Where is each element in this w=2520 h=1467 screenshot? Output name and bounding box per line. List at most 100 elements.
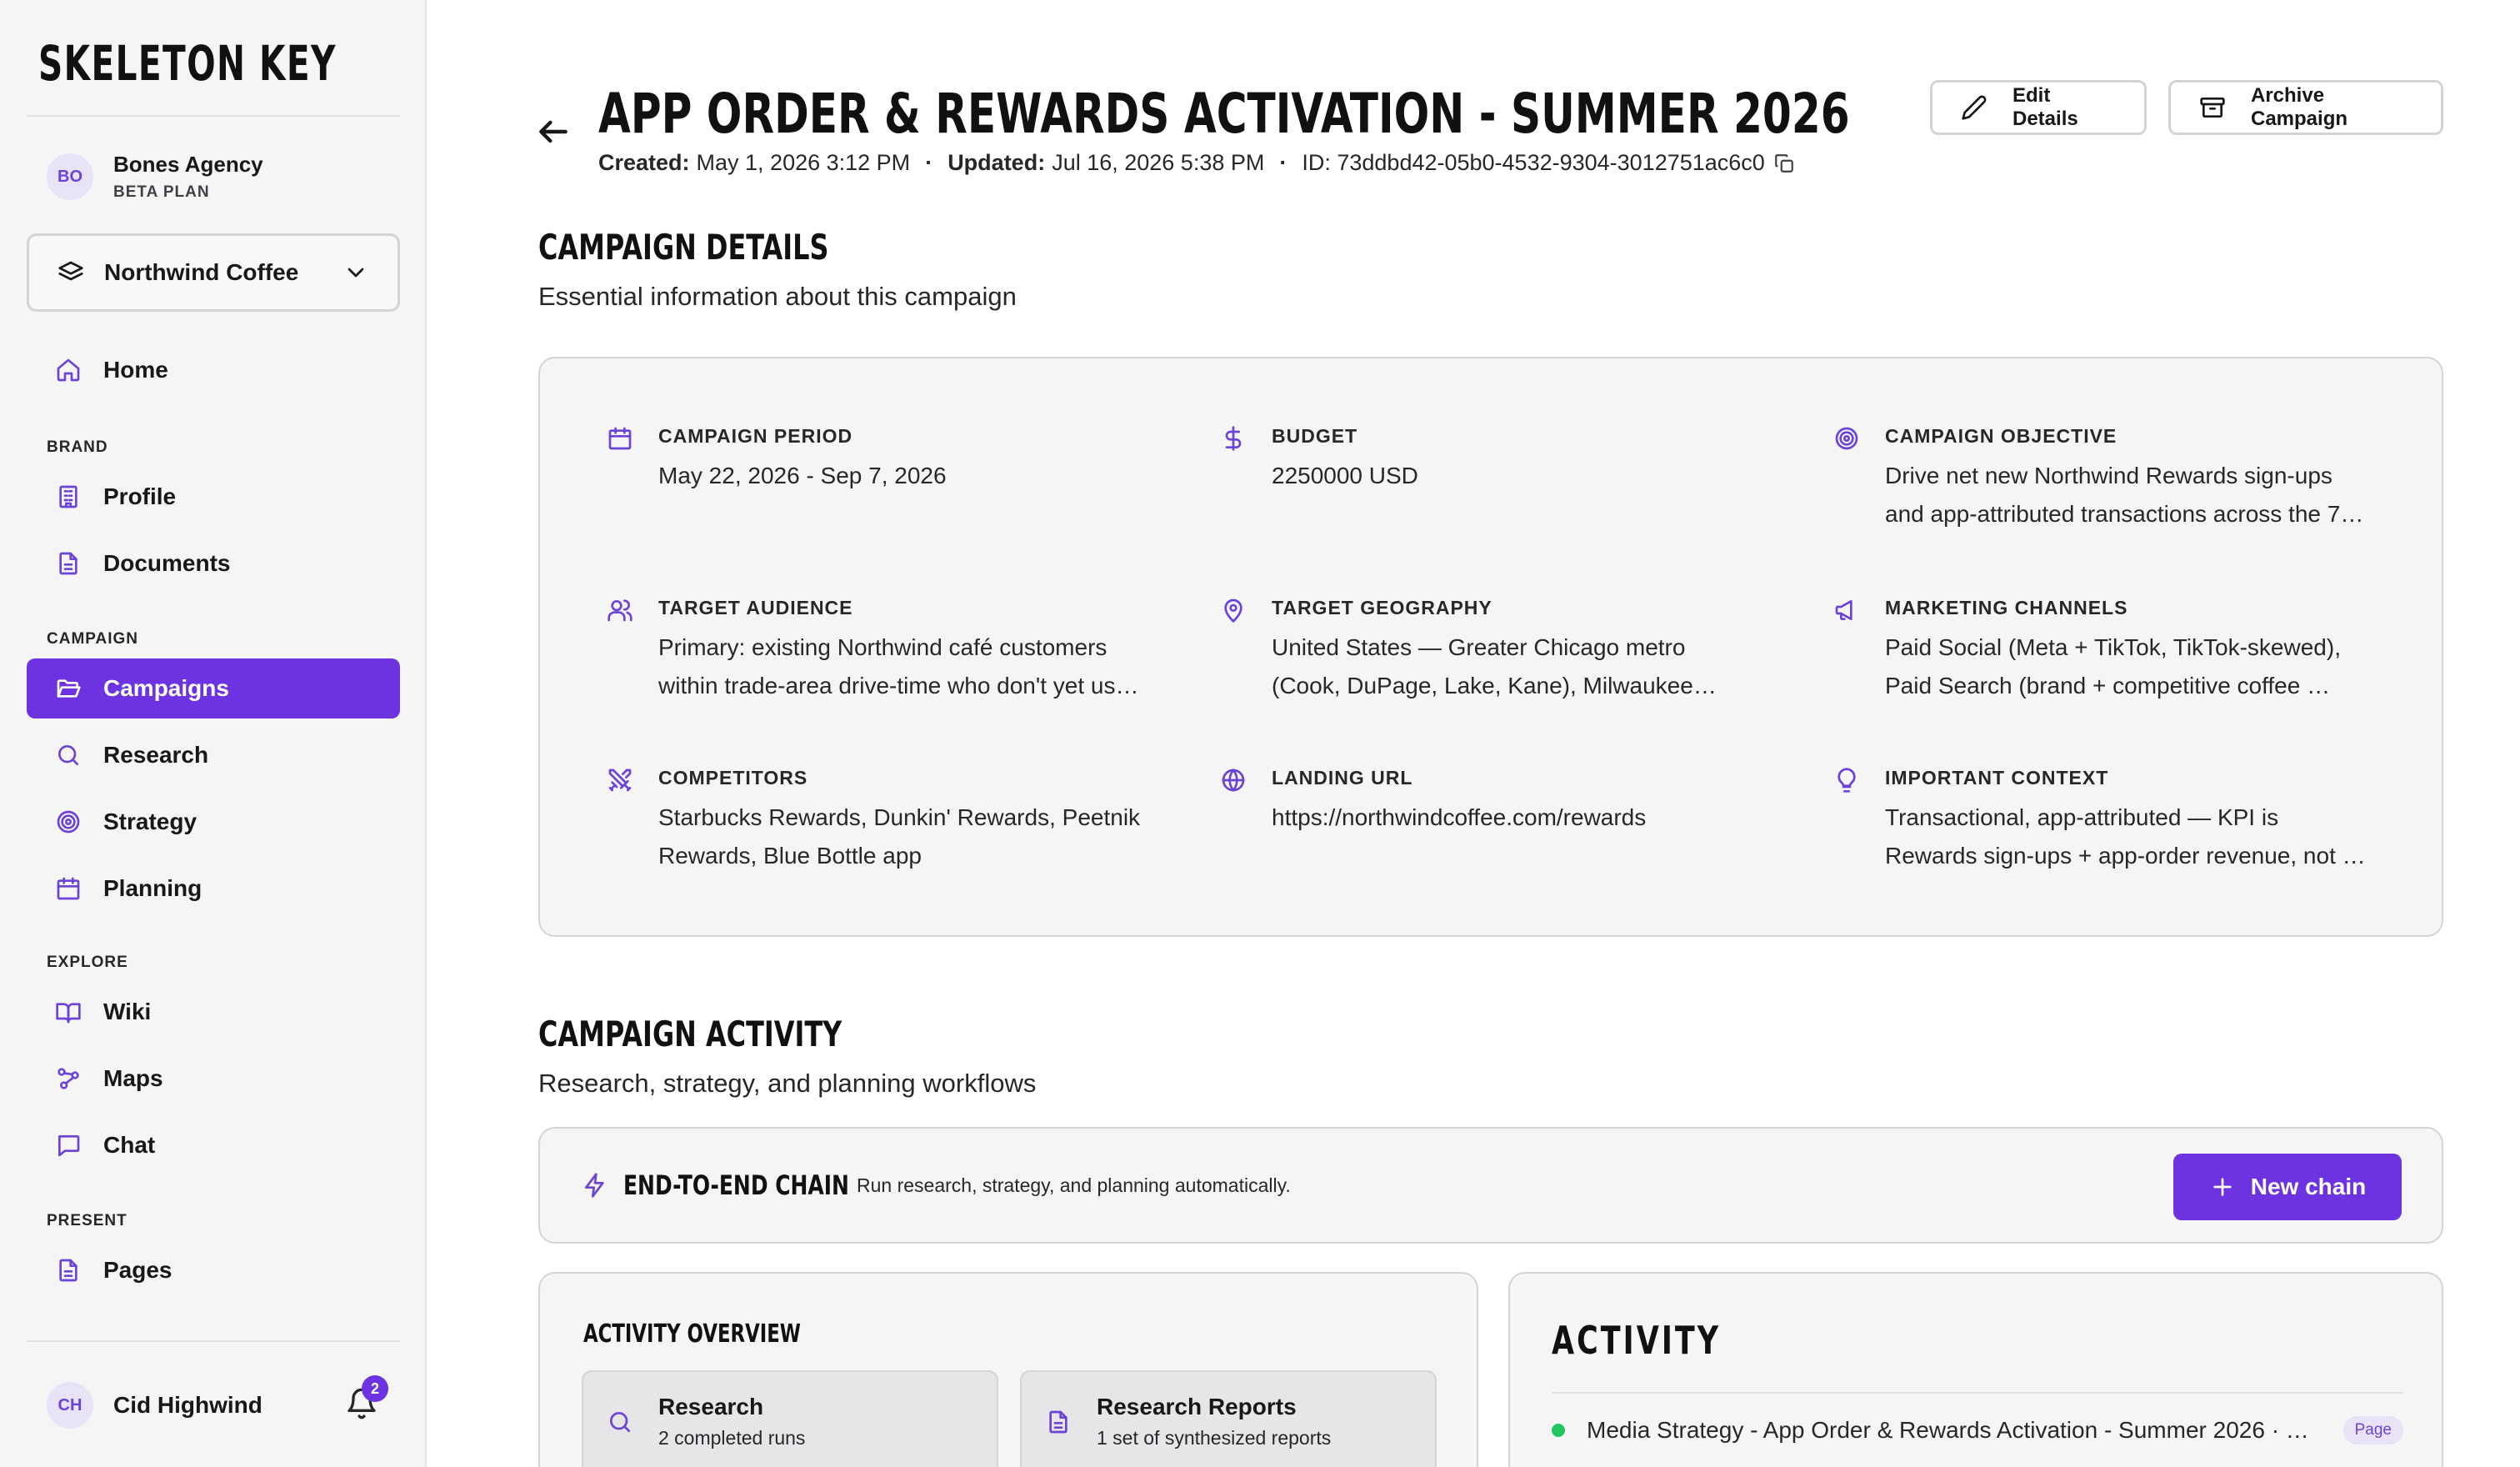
sidebar-item-maps[interactable]: Maps (27, 1049, 400, 1109)
activity-title: ACTIVITY (1552, 1315, 1774, 1365)
brand-select-label: Northwind Coffee (104, 259, 299, 285)
user-avatar[interactable]: CH (47, 1382, 93, 1429)
chain-title: END-TO-END CHAIN (623, 1169, 857, 1201)
activity-item-text: Media Strategy - App Order & Rewards Act… (1587, 1417, 2320, 1443)
campaign-id: ID: 73ddbd42-05b0-4532-9304-3012751ac6c0 (1302, 150, 1765, 175)
sidebar-item-planning[interactable]: Planning (27, 859, 400, 919)
sidebar-item-pages[interactable]: Pages (27, 1240, 400, 1300)
home-icon (55, 357, 82, 383)
activity-item[interactable]: Media Strategy - App Order & Rewards Act… (1552, 1407, 2403, 1454)
campaign-meta: Created: May 1, 2026 3:12 PM · Updated: … (598, 150, 1795, 176)
sidebar-item-label: Pages (103, 1257, 172, 1283)
document-icon (1045, 1409, 1072, 1435)
logo-text: SKELETON KEY (38, 35, 337, 92)
book-open-icon (55, 999, 82, 1025)
archive-icon (2199, 94, 2226, 121)
end-to-end-chain-card: END-TO-END CHAIN Run research, strategy,… (538, 1127, 2443, 1244)
document-icon (55, 550, 82, 577)
lightning-icon (582, 1172, 608, 1199)
file-text-icon (55, 1257, 82, 1284)
edit-details-label: Edit Details (2012, 84, 2078, 130)
chain-title-text: END-TO-END CHAIN (623, 1169, 849, 1201)
new-chain-label: New chain (2250, 1174, 2367, 1199)
edit-details-button[interactable]: Edit Details (1930, 80, 2147, 135)
dollar-icon (1220, 425, 1247, 452)
tile-subtitle: 2 completed runs (658, 1427, 806, 1449)
field-value[interactable]: https://northwindcoffee.com/rewards (1272, 799, 1755, 837)
section-label-campaign: CAMPAIGN (47, 630, 139, 648)
field-value: Primary: existing Northwind café custome… (658, 634, 1139, 698)
overview-tile-research[interactable]: Research 2 completed runs (582, 1370, 998, 1467)
section-label-present: PRESENT (47, 1212, 128, 1229)
field-value: Drive net new Northwind Rewards sign-ups… (1885, 463, 2364, 527)
agency-name[interactable]: Bones Agency (113, 152, 263, 178)
created-value: May 1, 2026 3:12 PM (696, 150, 911, 175)
sidebar-item-campaigns[interactable]: Campaigns (27, 658, 400, 718)
sidebar: SKELETON KEY BO Bones Agency BETA PLAN N… (0, 0, 427, 1467)
folder-open-icon (55, 675, 82, 702)
target-icon (55, 809, 82, 835)
sidebar-item-label: Planning (103, 875, 202, 901)
search-icon (55, 742, 82, 769)
field-label: BUDGET (1272, 425, 1358, 447)
swords-icon (607, 767, 633, 794)
sidebar-item-chat[interactable]: Chat (27, 1115, 400, 1175)
overview-tile-research-reports[interactable]: Research Reports 1 set of synthesized re… (1020, 1370, 1437, 1467)
section-title-text: CAMPAIGN ACTIVITY (538, 1013, 842, 1054)
activity-title-text: ACTIVITY (1552, 1318, 1722, 1363)
created-label: Created: (598, 150, 690, 175)
field-label: TARGET GEOGRAPHY (1272, 597, 1492, 618)
archive-campaign-label: Archive Campaign (2251, 84, 2348, 130)
back-arrow-icon[interactable] (535, 113, 572, 150)
campaign-activity-subtitle: Research, strategy, and planning workflo… (538, 1069, 1037, 1098)
sidebar-divider (27, 115, 400, 117)
sidebar-item-label: Campaigns (103, 675, 229, 701)
workflow-icon (55, 1065, 82, 1092)
sidebar-divider (27, 1340, 400, 1342)
section-label-brand: BRAND (47, 438, 108, 456)
megaphone-icon (1833, 597, 1860, 623)
plus-icon (2209, 1174, 2236, 1200)
tile-subtitle: 1 set of synthesized reports (1097, 1427, 1332, 1449)
campaign-details-subtitle: Essential information about this campaig… (538, 282, 1017, 311)
notification-badge: 2 (362, 1375, 388, 1402)
sidebar-item-research[interactable]: Research (27, 725, 400, 785)
layers-icon (58, 259, 84, 286)
tile-title: Research (658, 1394, 764, 1419)
sidebar-item-profile[interactable]: Profile (27, 467, 400, 527)
section-title-text: CAMPAIGN DETAILS (538, 226, 829, 268)
app-logo[interactable]: SKELETON KEY (38, 33, 464, 93)
users-icon (607, 597, 633, 623)
pencil-icon (1961, 94, 1988, 121)
updated-value: Jul 16, 2026 5:38 PM (1052, 150, 1265, 175)
sidebar-item-documents[interactable]: Documents (27, 533, 400, 593)
user-name[interactable]: Cid Highwind (113, 1392, 262, 1419)
field-label: IMPORTANT CONTEXT (1885, 767, 2109, 789)
copy-icon[interactable] (1773, 153, 1795, 174)
brand-select[interactable]: Northwind Coffee (27, 233, 400, 312)
sidebar-item-label: Wiki (103, 999, 152, 1024)
section-label-explore: EXPLORE (47, 954, 128, 971)
field-label: TARGET AUDIENCE (658, 597, 853, 618)
sidebar-item-home[interactable]: Home (27, 340, 400, 400)
field-value: Starbucks Rewards, Dunkin' Rewards, Peet… (658, 804, 1141, 869)
agency-plan: BETA PLAN (113, 183, 210, 201)
agency-avatar[interactable]: BO (47, 153, 93, 200)
sidebar-item-wiki[interactable]: Wiki (27, 982, 400, 1042)
activity-overview-card: ACTIVITY OVERVIEW Research 2 completed r… (538, 1272, 1478, 1467)
sidebar-item-label: Documents (103, 550, 231, 576)
overview-title-text: ACTIVITY OVERVIEW (583, 1319, 801, 1349)
new-chain-button[interactable]: New chain (2173, 1154, 2402, 1220)
building-icon (55, 483, 82, 510)
activity-divider (1552, 1392, 2403, 1394)
campaign-activity-title: CAMPAIGN ACTIVITY (538, 1010, 938, 1057)
updated-label: Updated: (948, 150, 1046, 175)
sidebar-item-strategy[interactable]: Strategy (27, 792, 400, 852)
field-value: Paid Social (Meta + TikTok, TikTok-skewe… (1885, 634, 2341, 698)
calendar-icon (55, 875, 82, 902)
page-title-text: APP ORDER & REWARDS ACTIVATION - SUMMER … (598, 81, 1850, 146)
sidebar-item-label: Strategy (103, 809, 198, 834)
tile-title: Research Reports (1097, 1394, 1297, 1419)
field-label: LANDING URL (1272, 767, 1413, 789)
archive-campaign-button[interactable]: Archive Campaign (2168, 80, 2443, 135)
